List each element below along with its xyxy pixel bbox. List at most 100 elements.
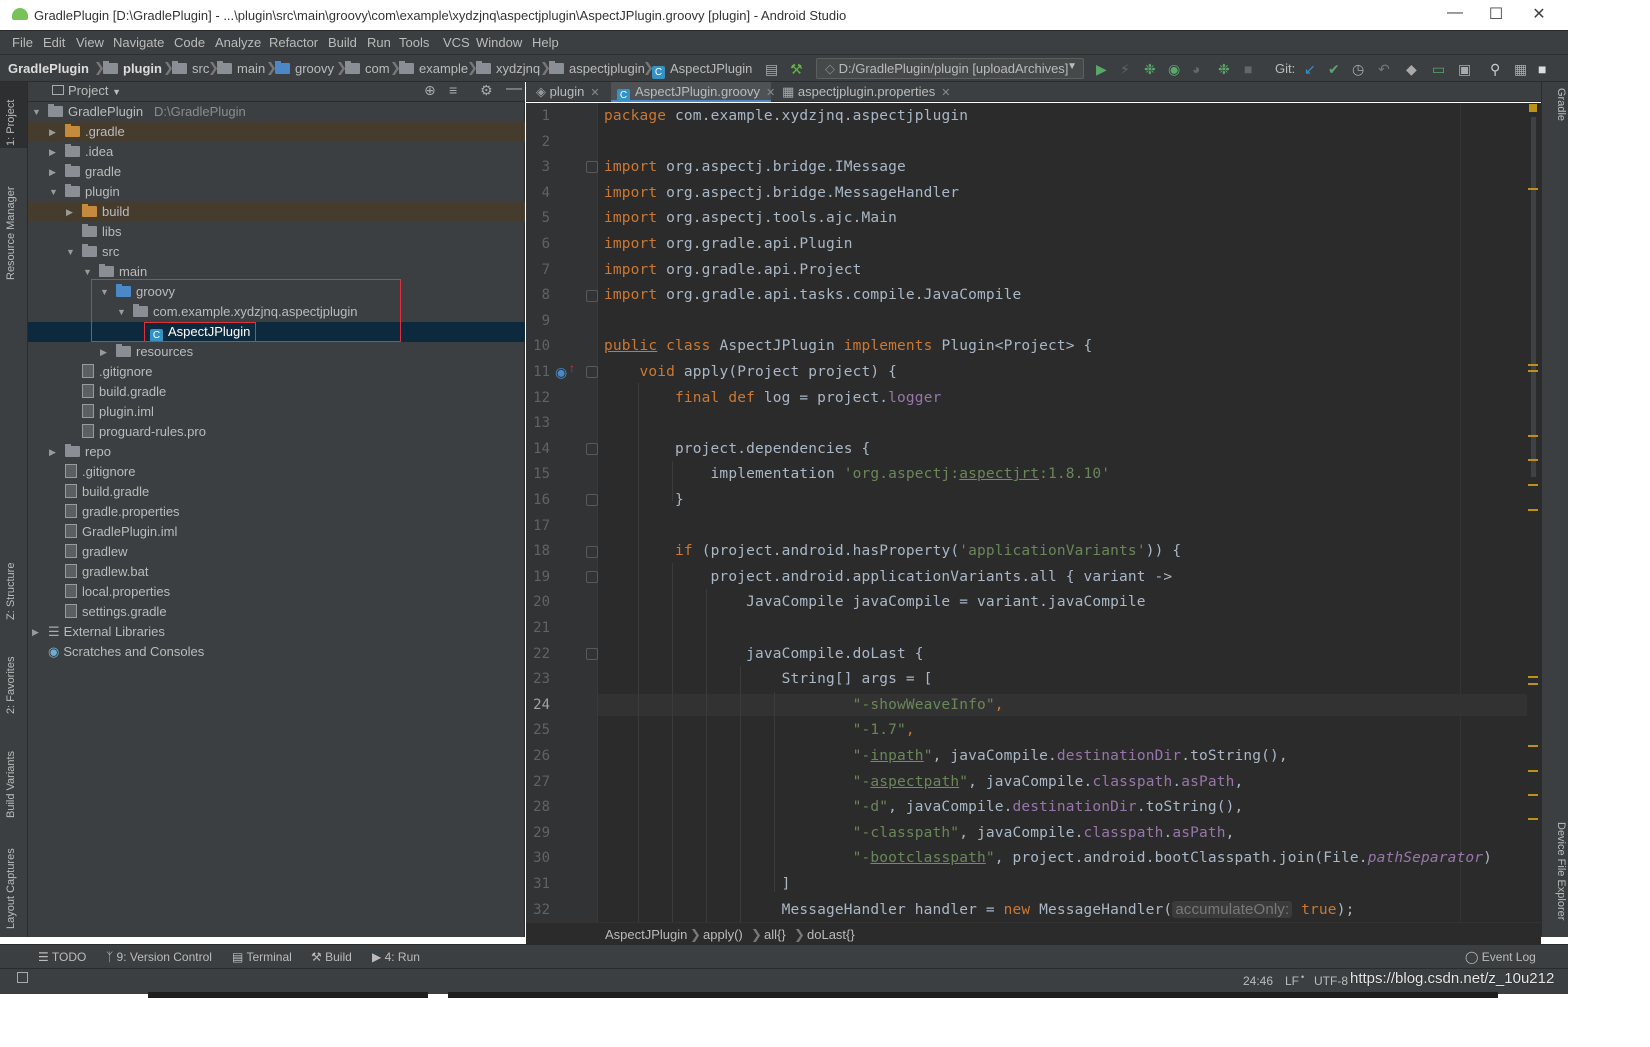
tree-item-gradleplugin[interactable]: ▼ GradlePlugin D:\GradlePlugin	[28, 102, 525, 122]
tab-plugin[interactable]: ◈ plugin ✕	[530, 82, 608, 102]
close-tab-icon[interactable]: ✕	[590, 87, 599, 99]
tree-item-external-libraries[interactable]: ▶ ☰ External Libraries	[28, 622, 525, 642]
tree-item-build-gradle[interactable]: build.gradle	[28, 382, 525, 402]
menu-file[interactable]: File	[12, 35, 33, 50]
tool-windows-toggle-icon[interactable]	[17, 972, 28, 983]
git-update-icon[interactable]: ↙	[1304, 61, 1316, 78]
menu-code[interactable]: Code	[174, 35, 205, 50]
apply-changes-icon[interactable]: ⚡	[1120, 61, 1130, 78]
breadcrumb-main[interactable]: main	[217, 61, 265, 76]
breadcrumb-plugin[interactable]: plugin	[103, 61, 162, 76]
tab-device-file-explorer[interactable]: Device File Explorer	[1547, 822, 1567, 942]
collapse-all-icon[interactable]: ≡	[449, 82, 457, 98]
locate-icon[interactable]: ⊕	[424, 82, 436, 99]
fold-marker-icon[interactable]	[586, 571, 598, 583]
project-view-select[interactable]: Project ▼	[52, 83, 121, 98]
tree-item-root-gitignore[interactable]: .gitignore	[28, 462, 525, 482]
layout-icon[interactable]: ▤	[765, 61, 778, 78]
sync-gradle-icon[interactable]: ◆	[1406, 61, 1417, 78]
tree-item-gradlew-bat[interactable]: gradlew.bat	[28, 562, 525, 582]
crumb-class[interactable]: AspectJPlugin	[605, 927, 687, 942]
menu-build[interactable]: Build	[328, 35, 357, 50]
tree-item-src[interactable]: ▼ src	[28, 242, 525, 262]
terminal-button[interactable]: ▤ Terminal	[232, 950, 292, 964]
avatar-icon[interactable]: ■	[1538, 61, 1546, 77]
tree-item-build[interactable]: ▶ build	[28, 202, 525, 222]
tab-gradle[interactable]: Gradle	[1547, 88, 1567, 148]
menu-navigate[interactable]: Navigate	[113, 35, 164, 50]
tree-item-gradlew[interactable]: gradlew	[28, 542, 525, 562]
crumb-dolast[interactable]: doLast{}	[807, 927, 855, 942]
tab-layout-captures[interactable]: Layout Captures	[5, 834, 25, 929]
version-control-button[interactable]: ᛉ 9: Version Control	[106, 950, 212, 964]
fold-marker-icon[interactable]	[586, 443, 598, 455]
fold-marker-icon[interactable]	[586, 546, 598, 558]
gear-icon[interactable]: ⚙	[480, 82, 493, 99]
tab-aspectjplugin-groovy[interactable]: C AspectJPlugin.groovy ✕	[611, 82, 775, 102]
menu-run[interactable]: Run	[367, 35, 391, 50]
stop-icon[interactable]: ■	[1244, 61, 1252, 77]
file-encoding[interactable]: UTF-8	[1314, 974, 1348, 988]
tree-item-gradle-properties[interactable]: gradle.properties	[28, 502, 525, 522]
breadcrumb-src[interactable]: src	[172, 61, 209, 76]
coverage-icon[interactable]: ◉	[1168, 61, 1180, 78]
menu-tools[interactable]: Tools	[399, 35, 429, 50]
tree-item-resources[interactable]: ▶ resources	[28, 342, 525, 362]
crumb-apply[interactable]: apply()	[703, 927, 743, 942]
tree-item-plugin-iml[interactable]: plugin.iml	[28, 402, 525, 422]
project-structure-icon[interactable]: ▦	[1514, 61, 1527, 78]
crumb-all[interactable]: all{}	[764, 927, 786, 942]
menu-vcs[interactable]: VCS	[443, 35, 470, 50]
todo-button[interactable]: ☰ TODO	[38, 950, 86, 964]
attach-debugger-icon[interactable]: ❉	[1218, 61, 1230, 78]
tree-item-gitignore[interactable]: .gitignore	[28, 362, 525, 382]
breadcrumb-class[interactable]: C AspectJPlugin	[652, 61, 752, 79]
fold-marker-icon[interactable]	[586, 366, 598, 378]
event-log-button[interactable]: ◯ Event Log	[1465, 950, 1536, 964]
fold-marker-icon[interactable]	[586, 290, 598, 302]
run-config-select[interactable]: ◇ D:/GradlePlugin/plugin [uploadArchives…	[816, 58, 1084, 79]
revert-icon[interactable]: ↶	[1378, 61, 1390, 78]
tab-build-variants[interactable]: Build Variants	[5, 728, 25, 818]
close-tab-icon[interactable]: ✕	[941, 87, 950, 99]
tree-item-root-build-gradle[interactable]: build.gradle	[28, 482, 525, 502]
build-button[interactable]: ⚒ Build	[311, 950, 352, 964]
avd-manager-icon[interactable]: ▭	[1432, 61, 1445, 78]
close-icon[interactable]: ✕	[1527, 4, 1551, 26]
breadcrumb-com[interactable]: com	[345, 61, 390, 76]
menu-window[interactable]: Window	[476, 35, 522, 50]
breadcrumb-example[interactable]: example	[399, 61, 468, 76]
menu-help[interactable]: Help	[532, 35, 559, 50]
breadcrumb-groovy[interactable]: groovy	[275, 61, 334, 76]
caret-position[interactable]: 24:46	[1243, 974, 1273, 988]
menu-refactor[interactable]: Refactor	[269, 35, 318, 50]
close-tab-icon[interactable]: ✕	[766, 87, 775, 99]
breadcrumb-xydzjnq[interactable]: xydzjnq	[476, 61, 540, 76]
fold-marker-icon[interactable]	[586, 494, 598, 506]
tree-item-dot-gradle[interactable]: ▶ .gradle	[28, 122, 525, 142]
history-icon[interactable]: ◷	[1352, 61, 1364, 78]
tree-item-proguard[interactable]: proguard-rules.pro	[28, 422, 525, 442]
fold-marker-icon[interactable]	[586, 161, 598, 173]
implements-method-icon[interactable]: ◉	[555, 364, 567, 381]
line-separator[interactable]: LF	[1285, 974, 1299, 988]
run-button[interactable]: ▶ 4: Run	[372, 950, 420, 964]
profile-icon[interactable]: ◕	[1192, 61, 1200, 77]
breadcrumb-project[interactable]: GradlePlugin	[8, 61, 89, 76]
tab-favorites[interactable]: 2: Favorites	[5, 634, 25, 714]
hammer-icon[interactable]: ⚒	[790, 61, 803, 78]
menu-view[interactable]: View	[76, 35, 104, 50]
git-commit-icon[interactable]: ✔	[1328, 61, 1340, 78]
menu-analyze[interactable]: Analyze	[215, 35, 261, 50]
menu-edit[interactable]: Edit	[43, 35, 65, 50]
debug-icon[interactable]: ❉	[1144, 61, 1156, 78]
tab-structure[interactable]: Z: Structure	[5, 540, 25, 620]
tree-item-libs[interactable]: libs	[28, 222, 525, 242]
code-editor[interactable]: package com.example.xydzjnq.aspectjplugi…	[598, 103, 1541, 922]
maximize-icon[interactable]: ☐	[1484, 4, 1508, 26]
tree-item-local-properties[interactable]: local.properties	[28, 582, 525, 602]
sdk-manager-icon[interactable]: ▣	[1458, 61, 1471, 78]
tab-resource-manager[interactable]: Resource Manager	[5, 170, 25, 280]
run-icon[interactable]: ▶	[1096, 61, 1107, 78]
fold-marker-icon[interactable]	[586, 648, 598, 660]
